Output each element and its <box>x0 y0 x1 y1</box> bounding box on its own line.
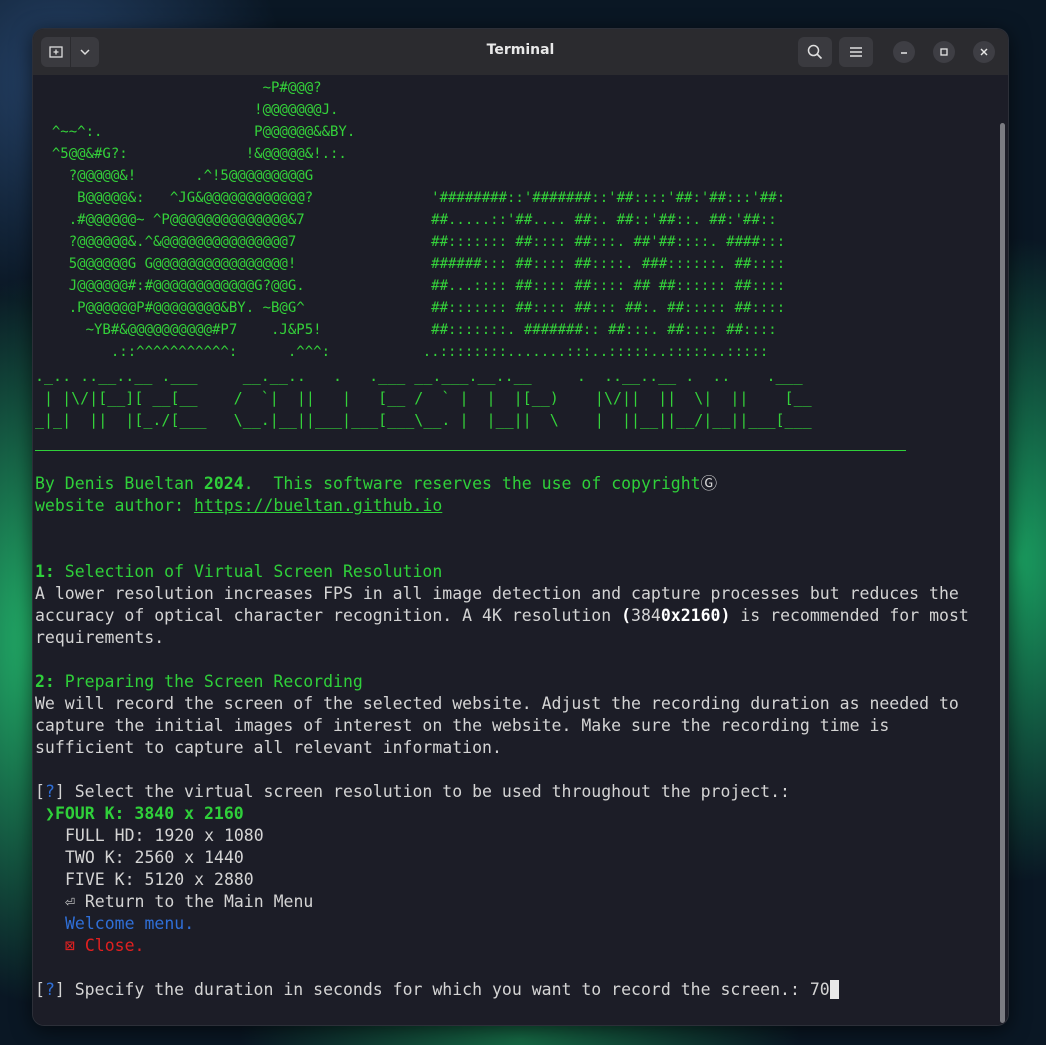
minimize-icon <box>901 52 907 54</box>
prompt1-question: [?] Select the virtual screen resolution… <box>35 781 790 803</box>
title-art-line: | |\/|[__][ __[__ / `| || | [__ / ` | | … <box>35 389 812 407</box>
logo-art-line: ?@@@@@@&.^&@@@@@@@@@@@@@@@7 ##::::::: ##… <box>35 234 786 250</box>
close-icon <box>980 48 988 56</box>
prompt1-bracket-close: ] <box>54 782 65 801</box>
website-link[interactable]: https://bueltan.github.io <box>194 496 442 515</box>
option-four-k[interactable]: ❯FOUR K: 3840 x 2160 <box>45 803 244 825</box>
section1-number: 1: <box>35 562 55 581</box>
credits-author: By Denis Bueltan <box>35 474 204 493</box>
prompt2-question: [?] Specify the duration in seconds for … <box>35 979 839 1001</box>
credits-year: 2024 <box>203 474 244 493</box>
question-mark-icon: ? <box>44 980 55 999</box>
logo-art-line: ^~~^:. P@@@@@@&&BY. <box>35 124 356 140</box>
maximize-button[interactable] <box>933 41 955 63</box>
close-button[interactable] <box>973 41 995 63</box>
terminal-output[interactable]: ~P#@@@? !@@@@@@@J. ^~~^:. P@@@@@@&&BY. ^… <box>33 75 1008 1025</box>
option-full-hd[interactable]: FULL HD: 1920 x 1080 <box>65 825 264 847</box>
prompt1-text: Select the virtual screen resolution to … <box>64 782 790 801</box>
logo-art-line: .P@@@@@@P#@@@@@@@@&BY. ~B@G^ ##::::::: #… <box>35 300 786 316</box>
logo-art-line: ^5@@&#G?: !&@@@@@&!.:. <box>35 146 347 162</box>
minimize-button[interactable] <box>893 41 915 63</box>
section2-text-2: capture the initial images of interest o… <box>35 716 890 735</box>
search-icon <box>807 44 823 60</box>
prompt1-bracket-open: [ <box>35 782 45 801</box>
option-four-k-label: FOUR K: 3840 x 2160 <box>54 804 244 823</box>
question-mark-icon: ? <box>44 782 55 801</box>
section1-paren: ( <box>621 606 632 625</box>
pointer-icon: ❯ <box>45 804 55 823</box>
section1-text-2a: accuracy of optical character recognitio… <box>35 606 622 625</box>
credits-line: By Denis Bueltan 2024. This software res… <box>35 473 717 495</box>
website-line: website author: https://bueltan.github.i… <box>35 495 442 517</box>
search-button[interactable] <box>798 37 832 67</box>
section1-num: 384 <box>631 606 661 625</box>
title-art-line: _|_| || |[_./[___ \__.|__||___|___[___\_… <box>35 411 812 429</box>
logo-art-line: ~YB#&@@@@@@@@@@#P7 .J&P5! ##:::::::. ###… <box>35 322 777 338</box>
section2-title: Preparing the Screen Recording <box>54 672 363 691</box>
scrollbar[interactable] <box>1000 123 1005 1023</box>
section1-text-2b: is recommended for most <box>730 606 969 625</box>
title-underline <box>35 450 906 451</box>
option-return-main-menu[interactable]: ⏎ Return to the Main Menu <box>65 891 313 913</box>
website-label: website author: <box>35 496 194 515</box>
section1-title: Selection of Virtual Screen Resolution <box>54 562 443 581</box>
text-cursor <box>829 980 839 999</box>
option-close[interactable]: ⊠ Close. <box>65 935 144 957</box>
credits-rights: . This software reserves the use of copy… <box>243 474 701 493</box>
logo-art-line: .#@@@@@@~ ^P@@@@@@@@@@@@@@&7 ##.....::'#… <box>35 212 777 228</box>
section2-heading: 2: Preparing the Screen Recording <box>35 671 363 693</box>
logo-art-line: !@@@@@@@J. <box>35 102 339 118</box>
hamburger-menu-icon <box>850 47 862 57</box>
logo-art-line: J@@@@@@#:#@@@@@@@@@@@@G?@@G. ##...:::: #… <box>35 278 786 294</box>
title-art-line: ._.. ..__..__ .___ __.__.. . .___ __.___… <box>35 367 803 385</box>
option-five-k[interactable]: FIVE K: 5120 x 2880 <box>65 869 254 891</box>
section2-number: 2: <box>35 672 55 691</box>
prompt2-bracket-close: ] <box>54 980 65 999</box>
menu-button[interactable] <box>839 37 873 67</box>
option-welcome-menu[interactable]: Welcome menu. <box>65 913 194 935</box>
logo-art-line: ~P#@@@? <box>35 80 322 96</box>
titlebar: Terminal <box>33 29 1008 75</box>
logo-art-line: B@@@@@&: ^JG&@@@@@@@@@@@@? '########::'#… <box>35 190 786 206</box>
prompt2-text: Specify the duration in seconds for whic… <box>64 980 810 999</box>
section1-bold-res: 0x2160) <box>660 606 731 625</box>
section1-text-2: accuracy of optical character recognitio… <box>35 605 969 627</box>
maximize-icon <box>940 48 948 56</box>
option-two-k[interactable]: TWO K: 2560 x 1440 <box>65 847 244 869</box>
logo-art-line: ?@@@@@&! .^!5@@@@@@@@@G <box>35 168 314 184</box>
section2-text-1: We will record the screen of the selecte… <box>35 694 959 713</box>
prompt2-bracket-open: [ <box>35 980 45 999</box>
copyright-icon: Ⓖ <box>700 474 718 493</box>
section1-text-1: A lower resolution increases FPS in all … <box>35 584 959 603</box>
terminal-window: Terminal ~P#@@@? !@@@@@@@J. ^~~^:. P@@@@… <box>32 28 1009 1026</box>
logo-art-line: .::^^^^^^^^^^^: .^^^: ..::::::::.......:… <box>35 344 769 360</box>
section1-heading: 1: Selection of Virtual Screen Resolutio… <box>35 561 442 583</box>
section2-text-3: sufficient to capture all relevant infor… <box>35 738 502 757</box>
section1-text-3: requirements. <box>35 628 165 647</box>
duration-input[interactable]: 70 <box>810 980 830 999</box>
logo-art-line: 5@@@@@@G G@@@@@@@@@@@@@@@@! ######::: ##… <box>35 256 786 272</box>
